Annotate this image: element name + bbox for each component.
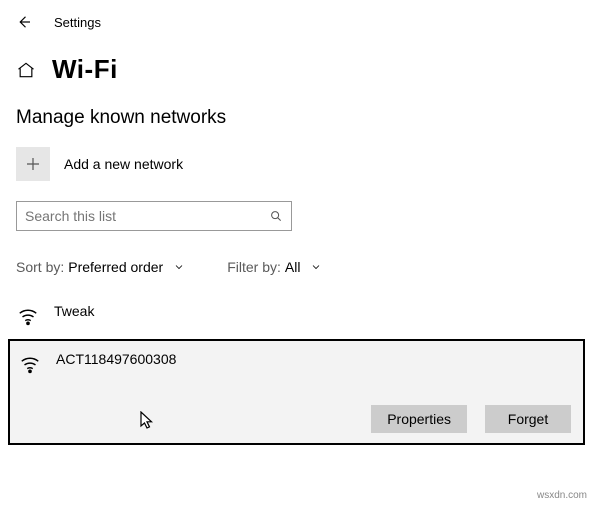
search-icon[interactable] <box>261 209 291 223</box>
plus-icon <box>16 147 50 181</box>
filter-label: Filter by: <box>227 259 281 275</box>
network-item[interactable]: Tweak <box>0 299 593 339</box>
sort-label: Sort by: <box>16 259 64 275</box>
back-button[interactable] <box>14 12 34 32</box>
filter-value: All <box>285 259 301 275</box>
add-network-button[interactable]: Add a new network <box>0 147 593 201</box>
chevron-down-icon <box>173 261 185 273</box>
sort-value: Preferred order <box>68 259 163 275</box>
sort-dropdown[interactable]: Sort by: Preferred order <box>16 259 185 275</box>
section-title: Manage known networks <box>0 107 593 147</box>
properties-button[interactable]: Properties <box>371 405 467 433</box>
settings-label: Settings <box>54 15 101 30</box>
search-box[interactable] <box>16 201 292 231</box>
add-network-label: Add a new network <box>64 156 183 172</box>
wifi-icon <box>16 305 44 327</box>
home-icon[interactable] <box>16 60 36 80</box>
search-input[interactable] <box>17 204 261 228</box>
network-name: Tweak <box>54 301 94 319</box>
chevron-down-icon <box>310 261 322 273</box>
network-name: ACT118497600308 <box>56 349 176 367</box>
wifi-icon <box>18 353 46 375</box>
network-item-selected[interactable]: ACT118497600308 Properties Forget <box>8 339 585 445</box>
watermark: wsxdn.com <box>537 490 587 501</box>
filter-dropdown[interactable]: Filter by: All <box>227 259 322 275</box>
back-arrow-icon <box>15 13 33 31</box>
forget-button[interactable]: Forget <box>485 405 571 433</box>
page-title: Wi-Fi <box>52 54 118 85</box>
